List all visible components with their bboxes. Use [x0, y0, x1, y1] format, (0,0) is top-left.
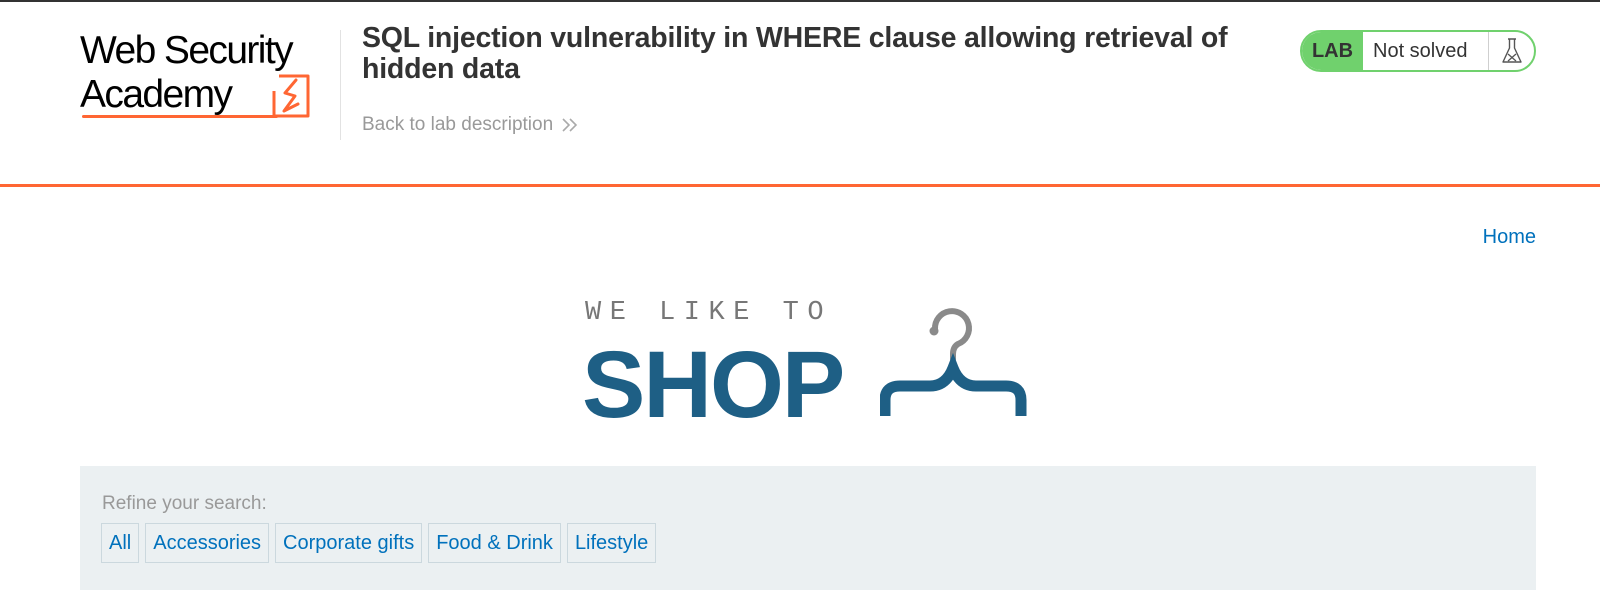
flask-icon	[1488, 32, 1534, 70]
web-security-academy-logo[interactable]: Web Security Academy	[80, 28, 340, 124]
shop-logo-word: SHOP	[582, 332, 845, 438]
header-accent-rule	[0, 184, 1600, 187]
back-to-lab-description-link[interactable]: Back to lab description	[362, 114, 579, 136]
we-like-to-shop-logo: WE LIKE TO SHOP	[582, 298, 1032, 433]
filter-accessories[interactable]: Accessories	[145, 523, 270, 563]
logo-line-2: Academy	[80, 73, 233, 116]
filter-all[interactable]: All	[101, 523, 140, 563]
search-filters-panel: Refine your search: All Accessories Corp…	[80, 466, 1536, 590]
coat-hanger-icon	[880, 308, 1027, 416]
header-divider	[340, 30, 341, 140]
home-link[interactable]: Home	[1483, 226, 1536, 249]
lab-status-widget: LAB Not solved	[1300, 30, 1536, 72]
logo-line-1: Web Security	[80, 29, 294, 72]
back-link-label: Back to lab description	[362, 114, 554, 135]
filter-corporate-gifts[interactable]: Corporate gifts	[275, 523, 423, 563]
lab-title: SQL injection vulnerability in WHERE cla…	[362, 22, 1228, 85]
logo-underline	[82, 115, 278, 118]
category-filter-list: All Accessories Corporate gifts Food & D…	[101, 523, 657, 563]
lab-status-text: Not solved	[1373, 39, 1468, 62]
lightning-bolt-icon	[272, 74, 310, 118]
lab-status-tag: LAB	[1302, 32, 1363, 70]
academy-header: Web Security Academy SQL injection vulne…	[0, 2, 1600, 184]
shop-logo-tagline: WE LIKE TO	[585, 298, 833, 328]
filter-food-and-drink[interactable]: Food & Drink	[428, 523, 561, 563]
flask-icon-graphic	[1501, 38, 1522, 63]
refine-search-label: Refine your search:	[102, 493, 267, 514]
filter-lifestyle[interactable]: Lifestyle	[566, 523, 657, 563]
double-chevron-right-icon	[562, 118, 578, 132]
